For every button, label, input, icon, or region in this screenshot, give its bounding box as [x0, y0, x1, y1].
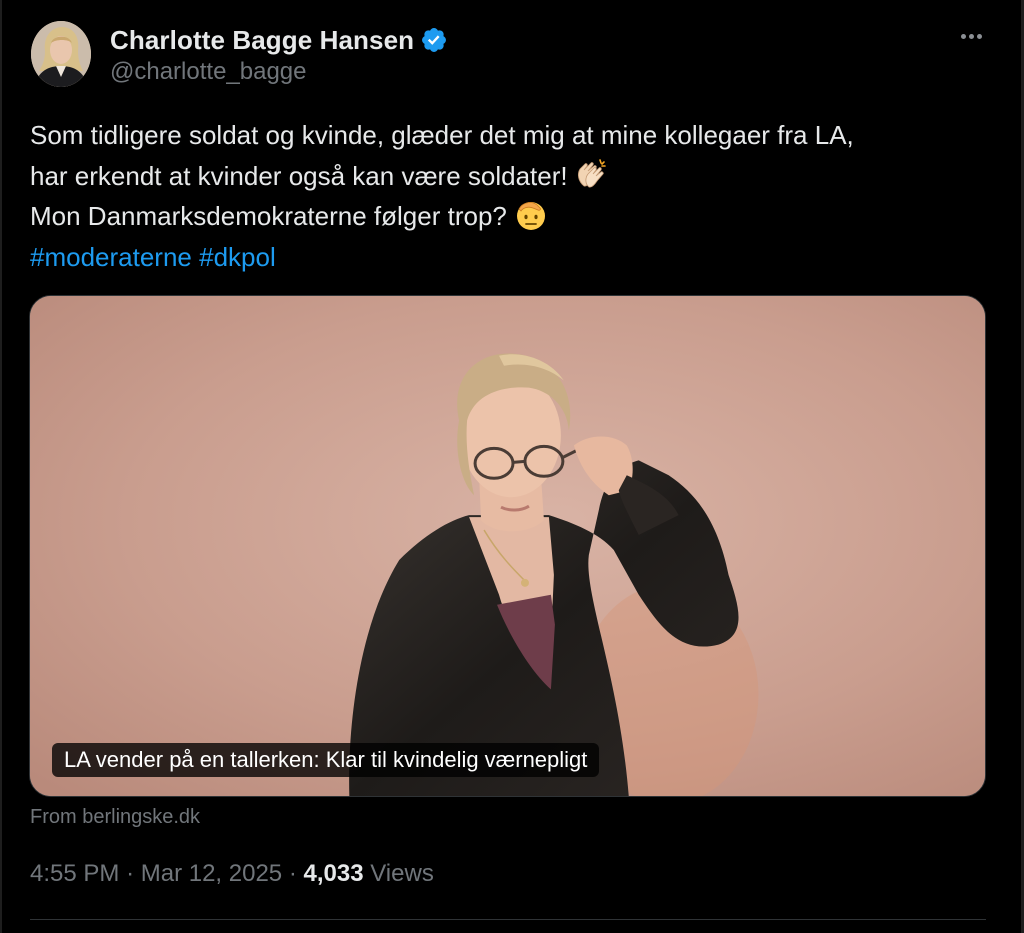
saluting-face-icon [516, 202, 545, 230]
divider [30, 919, 986, 920]
hashtag-line: #moderaterne #dkpol [30, 237, 990, 278]
link-card[interactable]: LA vender på en tallerken: Klar til kvin… [29, 295, 986, 797]
more-dot [968, 33, 974, 39]
more-options-button[interactable] [956, 24, 986, 48]
author-name-row[interactable]: Charlotte Bagge Hansen [110, 24, 448, 56]
tweet-line-2-text: har erkendt at kvinder også kan være sol… [30, 160, 568, 191]
tweet-meta: 4:55 PM · Mar 12, 2025 · 4,033 Views [30, 860, 434, 888]
hashtag-moderaterne[interactable]: #moderaterne [30, 242, 192, 272]
tweet-line-3: Mon Danmarksdemokraterne følger trop? [30, 196, 990, 237]
link-card-title[interactable]: LA vender på en tallerken: Klar til kvin… [52, 743, 600, 777]
author-display-name[interactable]: Charlotte Bagge Hansen [110, 25, 414, 56]
article-photo [30, 296, 985, 796]
tweet-line-3-text: Mon Danmarksdemokraterne følger trop? [30, 201, 507, 231]
meta-separator: · [126, 860, 135, 887]
tweet-date[interactable]: Mar 12, 2025 [141, 860, 282, 887]
meta-separator: · [288, 860, 297, 887]
clapping-hands-icon [577, 158, 606, 188]
views-count: 4,033 [303, 860, 364, 887]
tweet-text: Som tidligere soldat og kvinde, glæder d… [30, 115, 990, 277]
verified-badge-icon[interactable] [420, 26, 448, 54]
tweet-container: Charlotte Bagge Hansen @charlotte_bagge … [0, 0, 1024, 933]
views-label: Views [370, 860, 434, 887]
tweet-time[interactable]: 4:55 PM [30, 860, 119, 887]
tweet-line-1: Som tidligere soldat og kvinde, glæder d… [30, 120, 854, 150]
author-handle[interactable]: @charlotte_bagge [110, 58, 307, 86]
avatar[interactable] [31, 21, 91, 87]
avatar-photo [31, 21, 91, 87]
tweet-line-2: har erkendt at kvinder også kan være sol… [30, 156, 990, 197]
more-dot [976, 33, 982, 39]
more-horizontal-icon [960, 33, 966, 39]
link-source[interactable]: From berlingske.dk [30, 806, 200, 829]
hashtag-dkpol[interactable]: #dkpol [199, 242, 276, 272]
